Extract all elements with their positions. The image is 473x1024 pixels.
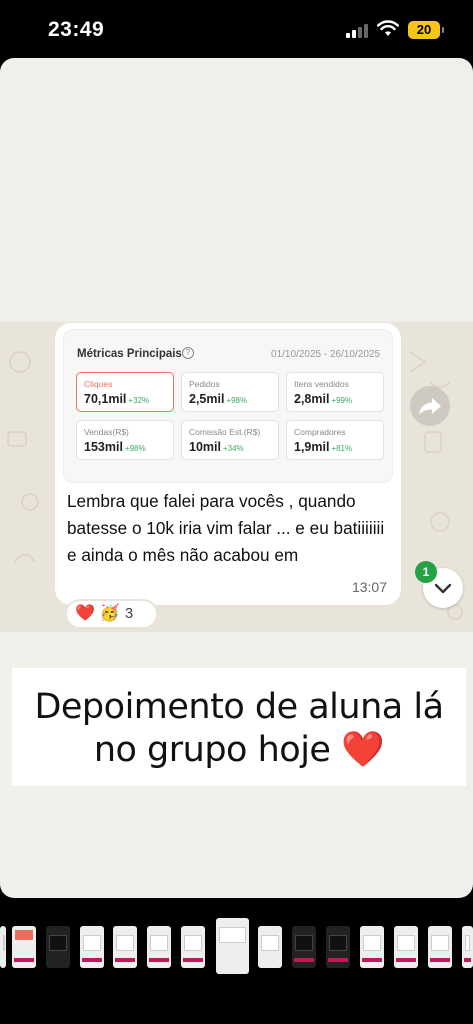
reaction-count: 3 <box>124 605 134 622</box>
story-thumbnail[interactable] <box>326 926 350 968</box>
metrics-title: Métricas Principais <box>77 348 182 360</box>
message-text: Lembra que falei para vocês , quando bat… <box>67 491 385 565</box>
info-icon: ? <box>182 347 194 359</box>
story-thumbnail[interactable] <box>394 926 418 968</box>
story-thumbnail[interactable] <box>0 926 6 968</box>
story-thumbnail-current[interactable] <box>216 918 249 974</box>
caption-box: Depoimento de aluna lá no grupo hoje ❤️ <box>12 668 466 786</box>
forward-button[interactable] <box>410 386 450 426</box>
metric-compradores: Compradores 1,9mil +81% <box>286 420 384 460</box>
metric-itens-vendidos: Itens vendidos 2,8mil +99% <box>286 372 384 412</box>
story-thumbnail[interactable] <box>80 926 104 968</box>
unread-badge: 1 <box>415 561 437 583</box>
story-thumbnail[interactable] <box>147 926 171 968</box>
metrics-date-range: 01/10/2025 - 26/10/2025 <box>271 349 380 360</box>
story-thumbnail[interactable] <box>113 926 137 968</box>
story-thumbnail[interactable] <box>12 926 36 968</box>
story-thumbnail[interactable] <box>462 926 473 968</box>
metric-comissao: Comissão Est.(R$) 10mil +34% <box>181 420 279 460</box>
story-thumbnail[interactable] <box>181 926 205 968</box>
forward-arrow-icon <box>419 398 441 415</box>
metric-vendas: Vendas(R$) 153mil +98% <box>76 420 174 460</box>
status-bar: 23:49 20 <box>0 0 473 58</box>
wifi-icon <box>377 20 399 36</box>
party-face-reaction: 🥳 <box>99 605 120 622</box>
metric-pedidos: Pedidos 2,5mil +98% <box>181 372 279 412</box>
heart-reaction: ❤️ <box>75 605 95 622</box>
metrics-screenshot: Métricas Principais ? 01/10/2025 - 26/10… <box>63 329 393 483</box>
message-timestamp: 13:07 <box>351 579 387 595</box>
story-thumbnail[interactable] <box>360 926 384 968</box>
story-thumbnail[interactable] <box>428 926 452 968</box>
story-thumbnail[interactable] <box>46 926 70 968</box>
story-frame: Métricas Principais ? 01/10/2025 - 26/10… <box>0 58 473 898</box>
story-thumbnail[interactable] <box>258 926 282 968</box>
story-caption: Depoimento de aluna lá no grupo hoje ❤️ <box>34 687 444 770</box>
battery-indicator: 20 <box>408 21 444 39</box>
status-time: 23:49 <box>48 18 105 41</box>
cellular-signal-icon <box>346 24 368 38</box>
metric-cliques: Cliques 70,1mil +32% <box>76 372 174 412</box>
story-thumbnail[interactable] <box>292 926 316 968</box>
message-bubble[interactable]: Métricas Principais ? 01/10/2025 - 26/10… <box>55 323 401 605</box>
story-thumbnail-strip <box>0 898 473 1024</box>
message-reactions[interactable]: ❤️ 🥳 3 <box>65 599 158 629</box>
